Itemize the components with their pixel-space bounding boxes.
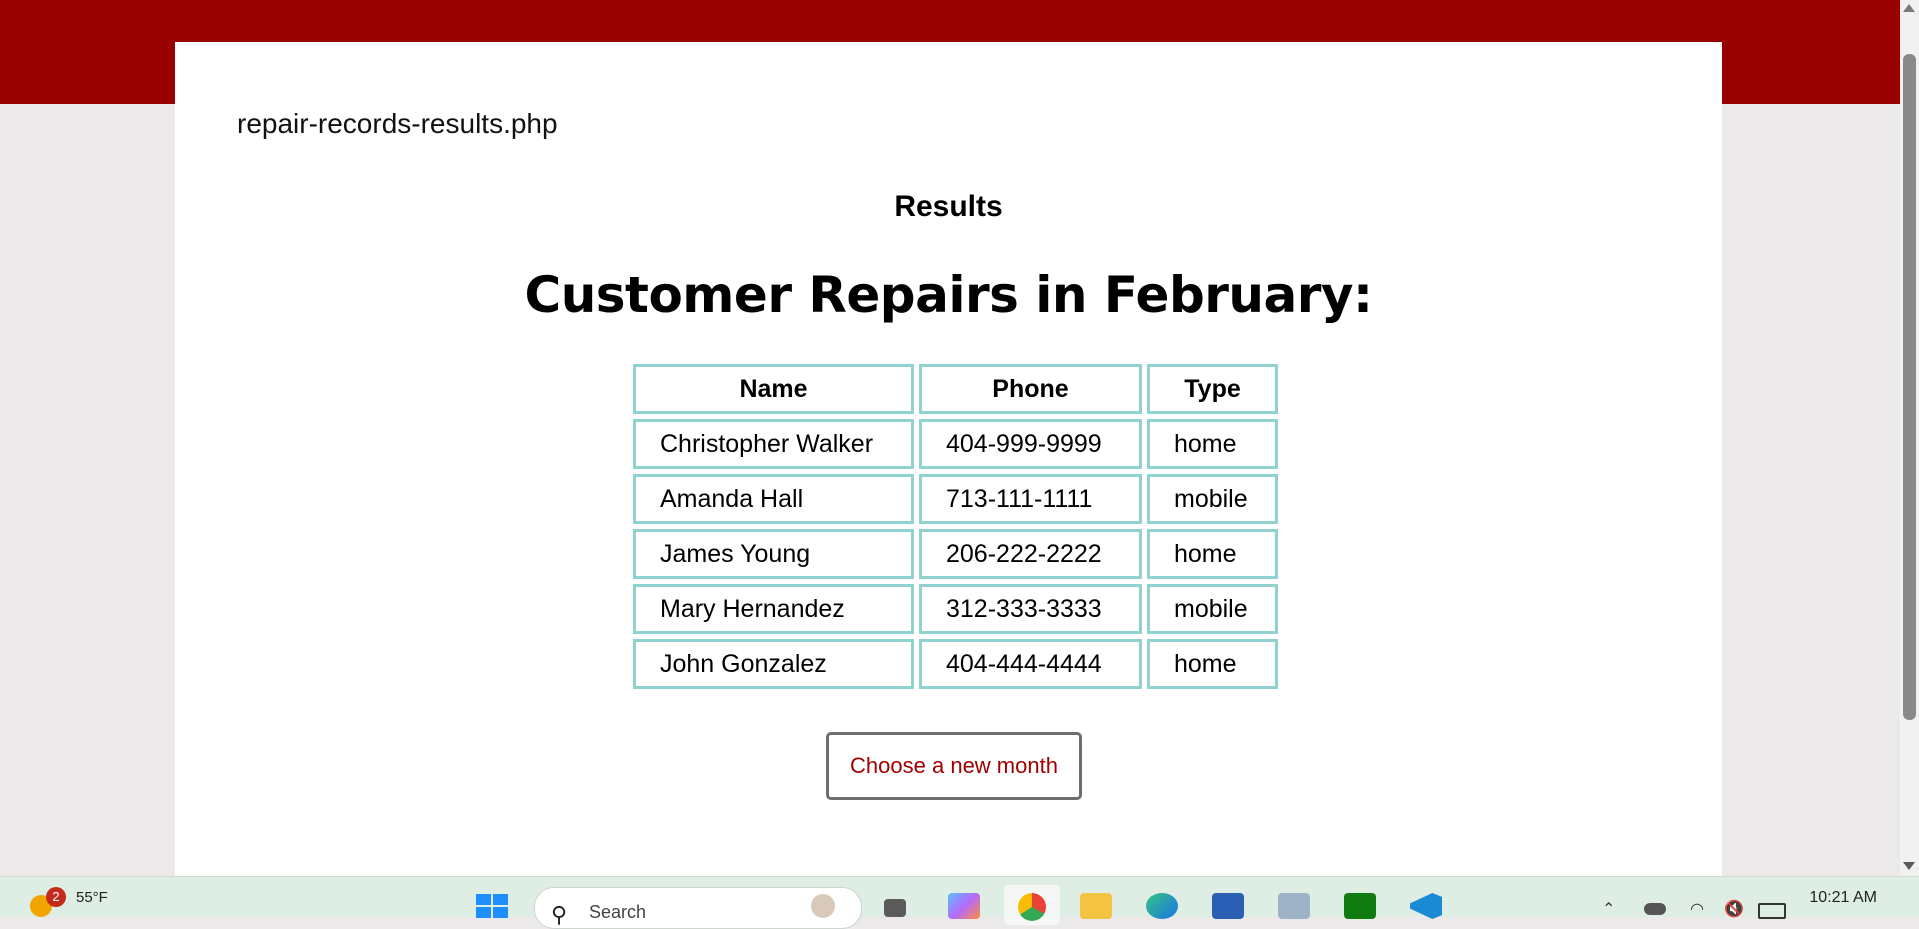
table-row: Mary Hernandez 312-333-3333 mobile [633, 584, 1278, 634]
cell-type: home [1147, 419, 1278, 469]
weather-notification-badge: 2 [46, 887, 66, 907]
search-placeholder: Search [589, 902, 647, 922]
choose-new-month-button[interactable]: Choose a new month [826, 732, 1082, 800]
results-heading: Results [894, 190, 1003, 223]
security-app-icon[interactable] [1278, 893, 1310, 919]
cell-name: Christopher Walker [633, 419, 914, 469]
edge-icon[interactable] [1146, 893, 1178, 919]
taskbar-clock[interactable]: 10:21 AM [1809, 889, 1877, 907]
table-row: John Gonzalez 404-444-4444 home [633, 639, 1278, 689]
microsoft-store-icon[interactable] [1212, 893, 1244, 919]
cell-name: Mary Hernandez [633, 584, 914, 634]
vertical-scrollbar[interactable] [1900, 0, 1919, 876]
battery-icon[interactable] [1758, 903, 1786, 919]
onedrive-icon[interactable] [1644, 903, 1666, 915]
cell-phone: 404-999-9999 [919, 419, 1142, 469]
chrome-icon [1018, 893, 1046, 921]
cell-type: mobile [1147, 584, 1278, 634]
cell-type: home [1147, 639, 1278, 689]
cell-type: mobile [1147, 474, 1278, 524]
cell-name: Amanda Hall [633, 474, 914, 524]
scroll-up-arrow-icon[interactable] [1903, 4, 1915, 12]
cell-phone: 206-222-2222 [919, 529, 1142, 579]
wifi-icon[interactable]: ◠ [1690, 899, 1704, 919]
search-icon: ⚲ [551, 902, 568, 927]
cell-phone: 404-444-4444 [919, 639, 1142, 689]
table-row: Amanda Hall 713-111-1111 mobile [633, 474, 1278, 524]
chevron-up-icon[interactable]: ⌃ [1602, 899, 1615, 919]
cell-name: James Young [633, 529, 914, 579]
scroll-down-arrow-icon[interactable] [1903, 862, 1915, 870]
weather-temperature[interactable]: 55°F [76, 889, 108, 906]
content-card: repair-records-results.php Results Custo… [175, 42, 1722, 877]
search-highlight-icon [811, 894, 835, 918]
vscode-icon[interactable] [1410, 893, 1442, 919]
table-header-row: Name Phone Type [633, 364, 1278, 414]
column-header-type: Type [1147, 364, 1278, 414]
cell-type: home [1147, 529, 1278, 579]
cell-name: John Gonzalez [633, 639, 914, 689]
column-header-name: Name [633, 364, 914, 414]
taskbar: 2 55°F ⚲ Search ⌃ ◠ 🔇 10:21 AM [0, 876, 1919, 929]
cell-phone: 713-111-1111 [919, 474, 1142, 524]
page-file-title: repair-records-results.php [237, 108, 558, 139]
xbox-icon[interactable] [1344, 893, 1376, 919]
volume-muted-icon[interactable]: 🔇 [1724, 899, 1744, 919]
repairs-table: Name Phone Type Christopher Walker 404-9… [628, 359, 1283, 694]
copilot-icon[interactable] [948, 893, 980, 919]
chrome-taskbar-button[interactable] [1004, 885, 1060, 925]
column-header-phone: Phone [919, 364, 1142, 414]
task-view-icon[interactable] [884, 899, 906, 917]
table-row: James Young 206-222-2222 home [633, 529, 1278, 579]
windows-start-icon[interactable] [476, 894, 510, 918]
file-explorer-icon[interactable] [1080, 893, 1112, 919]
scroll-thumb[interactable] [1903, 54, 1916, 720]
cell-phone: 312-333-3333 [919, 584, 1142, 634]
page-title: Customer Repairs in February: [524, 266, 1374, 324]
table-row: Christopher Walker 404-999-9999 home [633, 419, 1278, 469]
taskbar-search-box[interactable]: ⚲ Search [534, 887, 862, 929]
